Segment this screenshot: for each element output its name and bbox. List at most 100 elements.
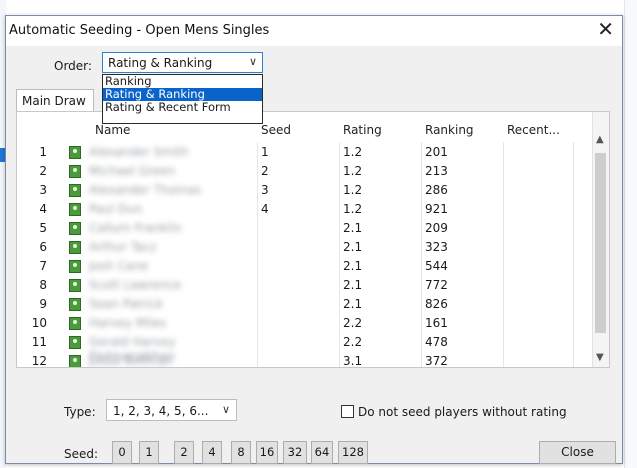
seed-button-0[interactable]: 0 bbox=[112, 441, 132, 464]
chevron-down-icon: ∨ bbox=[248, 55, 257, 68]
player-icon bbox=[69, 203, 81, 216]
ranking-cell: 213 bbox=[425, 164, 448, 178]
window-title: Automatic Seeding - Open Mens Singles bbox=[9, 23, 270, 38]
ranking-cell: 478 bbox=[425, 335, 448, 349]
player-icon bbox=[69, 336, 81, 349]
ranking-cell: 826 bbox=[425, 297, 448, 311]
player-name: Alexander Smith bbox=[89, 145, 189, 159]
seed-button-8[interactable]: 8 bbox=[231, 441, 251, 464]
player-icon bbox=[69, 279, 81, 292]
close-button[interactable]: Close bbox=[539, 441, 616, 464]
player-name: Josh Cane bbox=[89, 259, 149, 273]
chevron-down-icon: ∨ bbox=[221, 403, 230, 416]
rating-cell: 2.1 bbox=[343, 278, 363, 292]
player-name: Callum Franklin bbox=[89, 221, 182, 235]
ranking-cell: 209 bbox=[425, 221, 448, 235]
table-row[interactable]: 6 Arthur Tacz 2.1 323 bbox=[17, 238, 595, 257]
player-name: Paul Dun bbox=[89, 202, 143, 216]
table-row[interactable]: 5 Callum Franklin 2.1 209 bbox=[17, 219, 595, 238]
player-icon bbox=[69, 260, 81, 273]
seed-button-128[interactable]: 128 bbox=[338, 441, 368, 464]
table-row[interactable]: 8 Scott Lawrence 2.1 772 bbox=[17, 276, 595, 295]
rating-cell: 3.1 bbox=[343, 354, 363, 368]
player-name: Arthur Tacz bbox=[89, 240, 157, 254]
player-name: Scott Lawrence bbox=[89, 278, 182, 292]
table-row[interactable]: 2 Michael Green 2 1.2 213 bbox=[17, 162, 595, 181]
scroll-up-icon[interactable]: ▲ bbox=[596, 134, 604, 145]
scroll-down-icon[interactable]: ▼ bbox=[596, 352, 604, 363]
seed-cell: 1 bbox=[261, 145, 269, 159]
seed-cell: 3 bbox=[261, 183, 269, 197]
background-window-strip bbox=[624, 0, 637, 468]
row-number: 11 bbox=[31, 335, 47, 349]
order-label: Order: bbox=[54, 59, 92, 73]
table-row[interactable]: 7 Josh Cane 2.1 544 bbox=[17, 257, 595, 276]
seed-label: Seed: bbox=[64, 447, 99, 461]
rating-cell: 2.1 bbox=[343, 297, 363, 311]
players-grid: Name Seed Rating Ranking Recent... 1 Ale… bbox=[16, 111, 610, 368]
player-name: Sean Patrick bbox=[89, 297, 164, 311]
row-number: 1 bbox=[39, 145, 47, 159]
seed-button-64[interactable]: 64 bbox=[311, 441, 333, 464]
row-number: 5 bbox=[39, 221, 47, 235]
seed-cell: 4 bbox=[261, 202, 269, 216]
player-name: Harvey Miles bbox=[89, 316, 167, 330]
player-icon bbox=[69, 317, 81, 330]
column-header-rating[interactable]: Rating bbox=[343, 123, 382, 137]
player-name: Josue Bethran bbox=[89, 354, 173, 368]
tab-main-draw[interactable]: Main Draw bbox=[16, 89, 94, 111]
row-number: 3 bbox=[39, 183, 47, 197]
table-row[interactable]: 4 Paul Dun 4 1.2 921 bbox=[17, 200, 595, 219]
player-name: Alexander Thomas bbox=[89, 183, 202, 197]
vertical-scrollbar[interactable]: ▲ ▼ bbox=[592, 112, 609, 367]
seed-cell: 2 bbox=[261, 164, 269, 178]
rating-cell: 2.2 bbox=[343, 316, 363, 330]
seed-button-2[interactable]: 2 bbox=[174, 441, 194, 464]
ranking-cell: 772 bbox=[425, 278, 448, 292]
ranking-cell: 372 bbox=[425, 354, 448, 368]
seed-button-1[interactable]: 1 bbox=[139, 441, 159, 464]
close-icon[interactable]: ✕ bbox=[597, 19, 614, 39]
table-row[interactable]: 11 Gerald Harvey Padmanabhan 2.2 478 bbox=[17, 333, 595, 363]
ranking-cell: 201 bbox=[425, 145, 448, 159]
player-name: Michael Green bbox=[89, 164, 176, 178]
order-option-rating-recent-form[interactable]: Rating & Recent Form bbox=[103, 101, 262, 114]
column-header-recent[interactable]: Recent... bbox=[507, 123, 560, 137]
table-row[interactable]: 9 Sean Patrick 2.1 826 bbox=[17, 295, 595, 314]
row-number: 4 bbox=[39, 202, 47, 216]
rating-cell: 1.2 bbox=[343, 183, 363, 197]
rating-cell: 2.1 bbox=[343, 221, 363, 235]
no-seed-without-rating-label[interactable]: Do not seed players without rating bbox=[358, 405, 567, 419]
title-bar: Automatic Seeding - Open Mens Singles ✕ bbox=[6, 16, 622, 46]
table-row[interactable]: 10 Harvey Miles 2.2 161 bbox=[17, 314, 595, 333]
player-icon bbox=[69, 298, 81, 311]
type-label: Type: bbox=[64, 405, 96, 419]
type-selected-value: 1, 2, 3, 4, 5, 6... bbox=[113, 404, 209, 418]
column-header-ranking[interactable]: Ranking bbox=[425, 123, 474, 137]
seed-button-4[interactable]: 4 bbox=[202, 441, 222, 464]
order-dropdown-list: Ranking Rating & Ranking Rating & Recent… bbox=[102, 74, 263, 124]
player-icon bbox=[69, 241, 81, 254]
rating-cell: 2.1 bbox=[343, 259, 363, 273]
row-number: 2 bbox=[39, 164, 47, 178]
table-row[interactable]: 12 Josue Bethran 3.1 372 bbox=[17, 352, 595, 368]
order-select[interactable]: Rating & Ranking ∨ bbox=[102, 52, 263, 73]
table-row[interactable]: 3 Alexander Thomas 3 1.2 286 bbox=[17, 181, 595, 200]
ranking-cell: 161 bbox=[425, 316, 448, 330]
column-header-seed[interactable]: Seed bbox=[261, 123, 291, 137]
ranking-cell: 921 bbox=[425, 202, 448, 216]
column-header-name[interactable]: Name bbox=[95, 123, 130, 137]
row-number: 12 bbox=[31, 354, 47, 368]
automatic-seeding-dialog: Automatic Seeding - Open Mens Singles ✕ … bbox=[5, 15, 623, 464]
row-number: 9 bbox=[39, 297, 47, 311]
scroll-thumb[interactable] bbox=[595, 153, 606, 333]
player-icon bbox=[69, 355, 81, 367]
no-seed-without-rating-checkbox[interactable] bbox=[341, 405, 354, 418]
rating-cell: 1.2 bbox=[343, 164, 363, 178]
row-number: 8 bbox=[39, 278, 47, 292]
order-selected-value: Rating & Ranking bbox=[108, 56, 213, 70]
type-select[interactable]: 1, 2, 3, 4, 5, 6... ∨ bbox=[106, 399, 237, 421]
seed-button-16[interactable]: 16 bbox=[256, 441, 278, 464]
seed-button-32[interactable]: 32 bbox=[283, 441, 307, 464]
table-row[interactable]: 1 Alexander Smith 1 1.2 201 bbox=[17, 143, 595, 162]
